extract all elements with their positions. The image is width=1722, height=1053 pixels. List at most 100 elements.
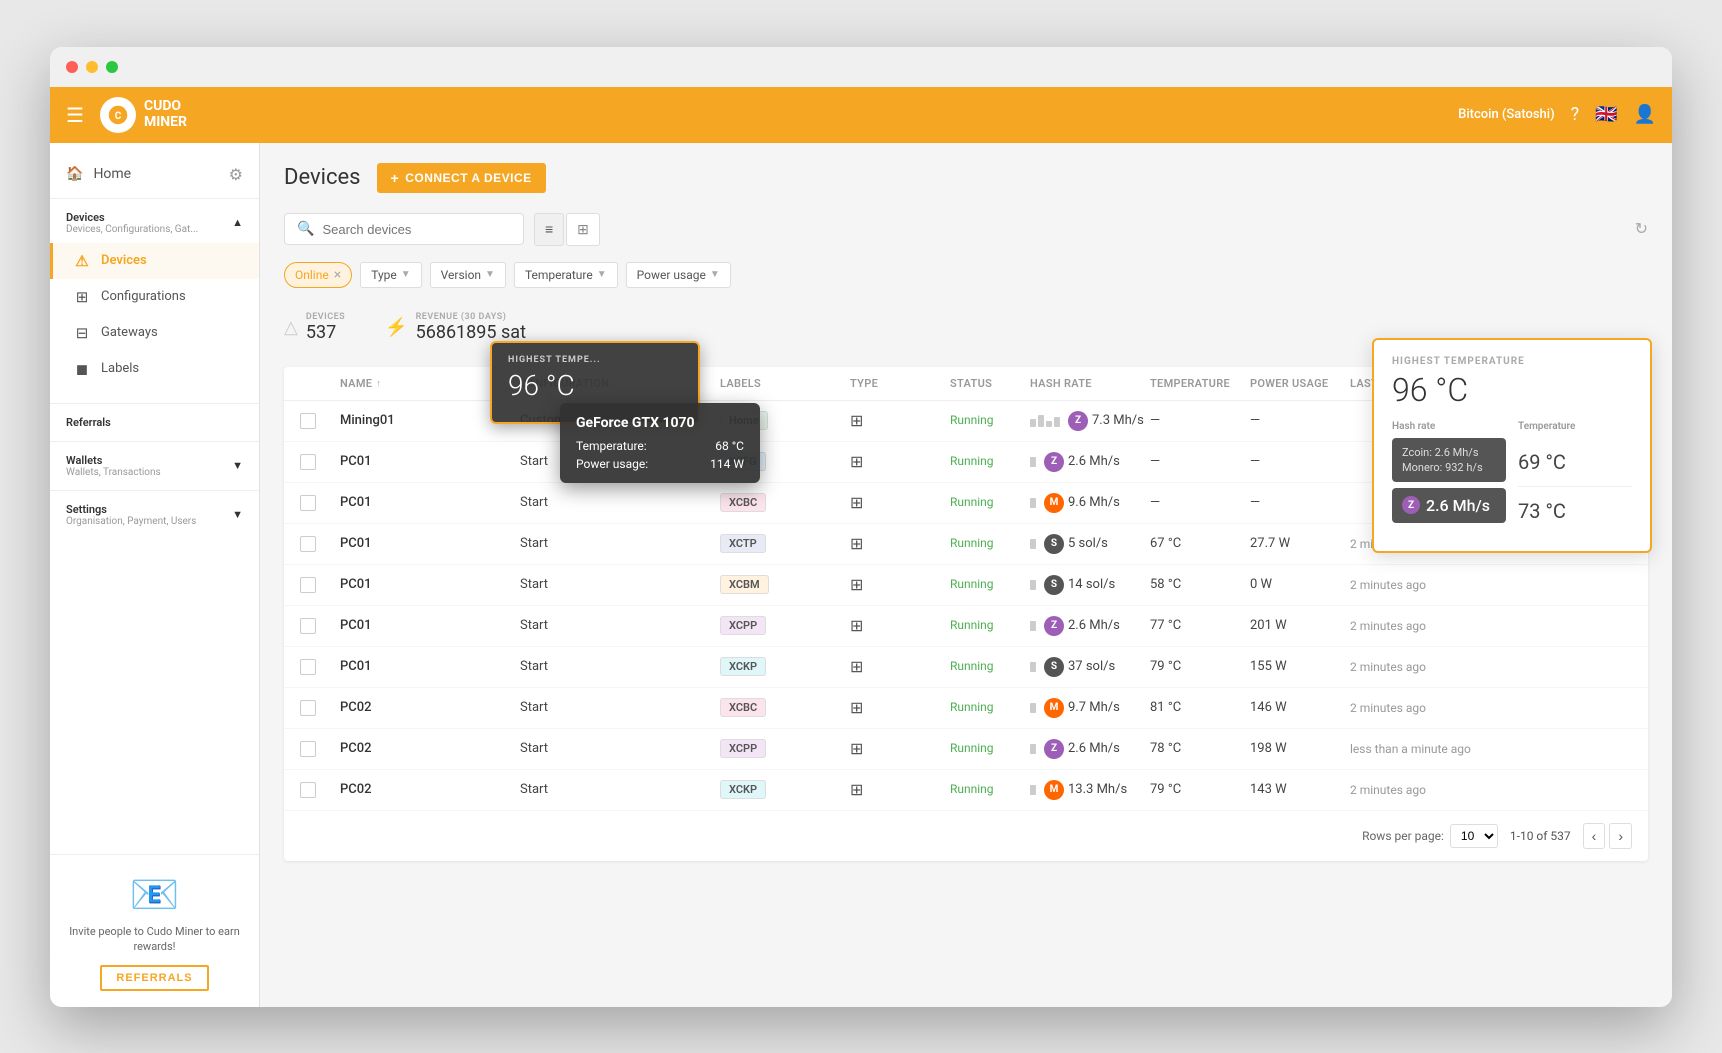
grid-view-button[interactable]: ⊞ [566, 213, 600, 246]
windows-icon: ⊞ [850, 493, 863, 512]
th-status[interactable]: Status [950, 377, 1030, 390]
filter-temperature[interactable]: Temperature ▼ [514, 262, 618, 288]
row-config: Start [520, 495, 720, 510]
minimize-button[interactable] [86, 61, 98, 73]
hamburger-icon[interactable]: ☰ [66, 103, 84, 127]
row-temp: 78 °C [1150, 741, 1250, 756]
row-checkbox[interactable] [300, 413, 340, 429]
row-power: 146 W [1250, 700, 1350, 715]
sidebar-item-home[interactable]: 🏠 Home ⚙ [50, 155, 259, 194]
settings-icon[interactable]: ⚙ [229, 165, 243, 184]
row-lastseen: less than a minute ago [1350, 742, 1530, 756]
devices-stat-icon: △ [284, 317, 298, 338]
chip-remove-icon[interactable]: × [334, 267, 341, 283]
sidebar-group-settings[interactable]: Settings Organisation, Payment, Users ▼ [50, 495, 259, 535]
flag-icon[interactable]: 🇬🇧 [1595, 104, 1617, 125]
list-view-button[interactable]: ≡ [534, 213, 564, 246]
table-row[interactable]: PC01 Start XCKP ⊞ Running S 37 sol/s 79 … [284, 647, 1648, 688]
row-type: ⊞ [850, 657, 950, 676]
row-checkbox[interactable] [300, 782, 340, 798]
row-status: Running [950, 618, 1030, 633]
filter-temp-label: Temperature [525, 268, 593, 282]
close-button[interactable] [66, 61, 78, 73]
sidebar-wallets-title: Wallets [66, 454, 161, 467]
referral-button[interactable]: REFERRALS [100, 965, 208, 991]
sidebar-group-referrals[interactable]: Referrals [50, 408, 259, 437]
sidebar: 🏠 Home ⚙ Devices Devices, Configurations… [50, 143, 260, 1007]
row-hashrate: M 9.7 Mh/s [1030, 698, 1150, 718]
rows-per-page-select[interactable]: 10 25 50 [1450, 824, 1498, 848]
sidebar-group-devices[interactable]: Devices Devices, Configurations, Gat... … [50, 203, 259, 243]
windows-icon: ⊞ [850, 739, 863, 758]
sidebar-item-devices[interactable]: ⚠ Devices [50, 243, 259, 279]
prev-page-button[interactable]: ‹ [1583, 823, 1606, 849]
sidebar-wallets-sub: Wallets, Transactions [66, 467, 161, 478]
row-checkbox[interactable] [300, 577, 340, 593]
tooltip-temp-value: 68 °C [715, 439, 744, 453]
row-config: Start [520, 659, 720, 674]
row-lastseen: 2 minutes ago [1350, 619, 1530, 633]
card-hash-box1: Zcoin: 2.6 Mh/s Monero: 932 h/s [1392, 438, 1506, 482]
connect-device-button[interactable]: + CONNECT A DEVICE [377, 163, 546, 193]
row-name: PC01 [340, 495, 520, 510]
row-power: — [1250, 454, 1350, 469]
row-checkbox[interactable] [300, 659, 340, 675]
sidebar-group-wallets[interactable]: Wallets Wallets, Transactions ▼ [50, 446, 259, 486]
row-checkbox[interactable] [300, 700, 340, 716]
row-name: PC02 [340, 741, 520, 756]
table-row[interactable]: PC02 Start XCBC ⊞ Running M 9.7 Mh/s 81 … [284, 688, 1648, 729]
row-hashrate: S 5 sol/s [1030, 534, 1150, 554]
row-checkbox[interactable] [300, 618, 340, 634]
connect-btn-label: CONNECT A DEVICE [405, 171, 531, 185]
refresh-button[interactable]: ↻ [1635, 219, 1648, 239]
currency-label: Bitcoin (Satoshi) [1458, 107, 1555, 122]
card-hash-box2-val: 2.6 Mh/s [1426, 496, 1490, 515]
tooltip-temp-big: 96 °C [508, 369, 682, 402]
sidebar-item-configurations[interactable]: ⊞ Configurations [50, 279, 259, 315]
table-row[interactable]: PC02 Start XCPP ⊞ Running Z 2.6 Mh/s 78 … [284, 729, 1648, 770]
sidebar-item-gateways[interactable]: ⊟ Gateways [50, 315, 259, 351]
search-input[interactable] [322, 222, 511, 237]
sidebar-item-labels[interactable]: ◼ Labels [50, 351, 259, 387]
th-type[interactable]: Type [850, 377, 950, 390]
row-power: 155 W [1250, 659, 1350, 674]
filter-type[interactable]: Type ▼ [360, 262, 421, 288]
row-checkbox[interactable] [300, 454, 340, 470]
table-row[interactable]: PC02 Start XCKP ⊞ Running M 13.3 Mh/s 79… [284, 770, 1648, 811]
card-overlay: HIGHEST TEMPERATURE 96 °C Hash rate Zcoi… [1372, 338, 1652, 553]
maximize-button[interactable] [106, 61, 118, 73]
filter-power[interactable]: Power usage ▼ [626, 262, 731, 288]
th-power[interactable]: Power usage [1250, 377, 1350, 390]
row-checkbox[interactable] [300, 536, 340, 552]
search-icon: 🔍 [297, 221, 314, 237]
row-name: PC02 [340, 700, 520, 715]
row-status: Running [950, 577, 1030, 592]
row-status: Running [950, 413, 1030, 428]
th-labels[interactable]: Labels [720, 377, 850, 390]
table-row[interactable]: PC01 Start XCPP ⊞ Running Z 2.6 Mh/s 77 … [284, 606, 1648, 647]
stat-devices-content: DEVICES 537 [306, 312, 345, 343]
logo-text: CUDOMINER [144, 99, 187, 130]
home-icon: 🏠 [66, 166, 83, 182]
row-checkbox[interactable] [300, 495, 340, 511]
row-hashrate: Z 2.6 Mh/s [1030, 616, 1150, 636]
th-hashrate[interactable]: Hash rate [1030, 377, 1150, 390]
next-page-button[interactable]: › [1609, 823, 1632, 849]
windows-icon: ⊞ [850, 452, 863, 471]
row-checkbox[interactable] [300, 741, 340, 757]
row-name: PC01 [340, 536, 520, 551]
filter-chip-online[interactable]: Online × [284, 262, 352, 288]
help-icon[interactable]: ? [1571, 104, 1580, 125]
table-row[interactable]: PC01 Start XCBM ⊞ Running S 14 sol/s 58 … [284, 565, 1648, 606]
th-temp[interactable]: Temperature [1150, 377, 1250, 390]
row-config: Start [520, 577, 720, 592]
windows-icon: ⊞ [850, 575, 863, 594]
account-icon[interactable]: 👤 [1634, 104, 1656, 125]
page-nav: ‹ › [1583, 823, 1632, 849]
labels-icon: ◼ [73, 360, 91, 378]
topnav-right: Bitcoin (Satoshi) ? 🇬🇧 👤 [1458, 104, 1656, 125]
row-name: PC02 [340, 782, 520, 797]
row-status: Running [950, 700, 1030, 715]
row-hashrate: M 9.6 Mh/s [1030, 493, 1150, 513]
filter-version[interactable]: Version ▼ [430, 262, 506, 288]
